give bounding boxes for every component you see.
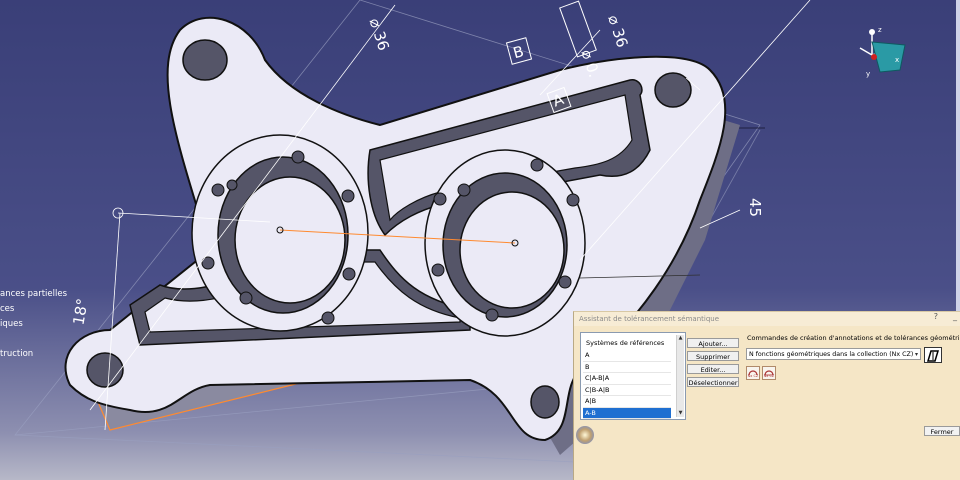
reference-list-scrollbar[interactable]: ▲ ▼ (676, 335, 684, 417)
deselect-button[interactable]: Déselectionner (687, 377, 739, 387)
compass-z-label: z (878, 26, 882, 34)
assistant-glow-icon (576, 426, 594, 444)
hole-top-left (182, 39, 228, 81)
nx-cz-icon[interactable]: Nx CZ (746, 366, 760, 380)
close-button[interactable]: Fermer (924, 426, 960, 436)
reference-item-selected[interactable]: A-B (583, 407, 671, 419)
compass-widget[interactable]: z y x (859, 26, 906, 78)
hole-bottom-right (530, 385, 560, 419)
tree-item-construction[interactable]: truction (0, 349, 33, 359)
reference-item[interactable]: A (583, 350, 671, 362)
commands-label: Commandes de création d'annotations et d… (747, 334, 960, 342)
reference-systems-panel: Systèmes de références A B C|A-B|A C|B-A… (580, 332, 686, 420)
nx-cz-alt-icon[interactable]: Nx CZ (762, 366, 776, 380)
plane-edge (14, 434, 576, 463)
angle-dim[interactable]: 18° (69, 297, 91, 326)
delete-button[interactable]: Supprimer (687, 351, 739, 361)
right-bore-inner (459, 191, 565, 309)
diameter-dim-2[interactable]: ⌀ 36 (604, 13, 631, 50)
reference-item[interactable]: C|A-B|A (583, 373, 671, 385)
nx-cz-alt-icon-label: Nx CZ (763, 374, 775, 378)
nx-cz-icon-label: Nx CZ (747, 374, 759, 378)
semantic-tolerancing-dialog: Assistant de tolérancement sémantique ? … (573, 311, 960, 480)
tree-item-partial-tolerances[interactable]: ances partielles (0, 289, 67, 299)
side-dim[interactable]: 45 (746, 198, 764, 217)
reference-systems-header: Systèmes de références (586, 339, 665, 347)
reference-item[interactable]: C|B-A|B (583, 385, 671, 396)
reference-item[interactable]: B (583, 362, 671, 373)
commands-select[interactable]: N fonctions géométriques dans la collect… (746, 348, 921, 360)
reference-systems-list[interactable]: A B C|A-B|A C|B-A|B A|B A-B (583, 350, 671, 419)
help-button[interactable]: ? (934, 312, 938, 321)
hole-top-right (654, 72, 692, 108)
compass-y-label: y (866, 70, 870, 78)
compass-x-label: x (895, 56, 899, 64)
hole-bottom-left (86, 352, 124, 388)
datum-b-label: B (511, 42, 526, 62)
edit-button[interactable]: Editer... (687, 364, 739, 374)
tree-item-3[interactable]: iques (0, 319, 23, 329)
scroll-down-icon[interactable]: ▼ (677, 410, 684, 417)
dialog-title: Assistant de tolérancement sémantique (574, 312, 960, 326)
minimize-button[interactable]: _ (953, 312, 957, 321)
chevron-down-icon[interactable]: ▾ (915, 349, 918, 360)
tree-item-2[interactable]: ces (0, 304, 14, 314)
add-button[interactable]: Ajouter... (687, 338, 739, 348)
diameter-dim-1[interactable]: ⌀ 36 (366, 16, 393, 53)
reference-item[interactable]: A|B (583, 396, 671, 408)
commands-select-value: N fonctions géométriques dans la collect… (749, 351, 914, 358)
scroll-up-icon[interactable]: ▲ (677, 335, 684, 342)
tolerance-command-icon[interactable] (924, 347, 942, 363)
